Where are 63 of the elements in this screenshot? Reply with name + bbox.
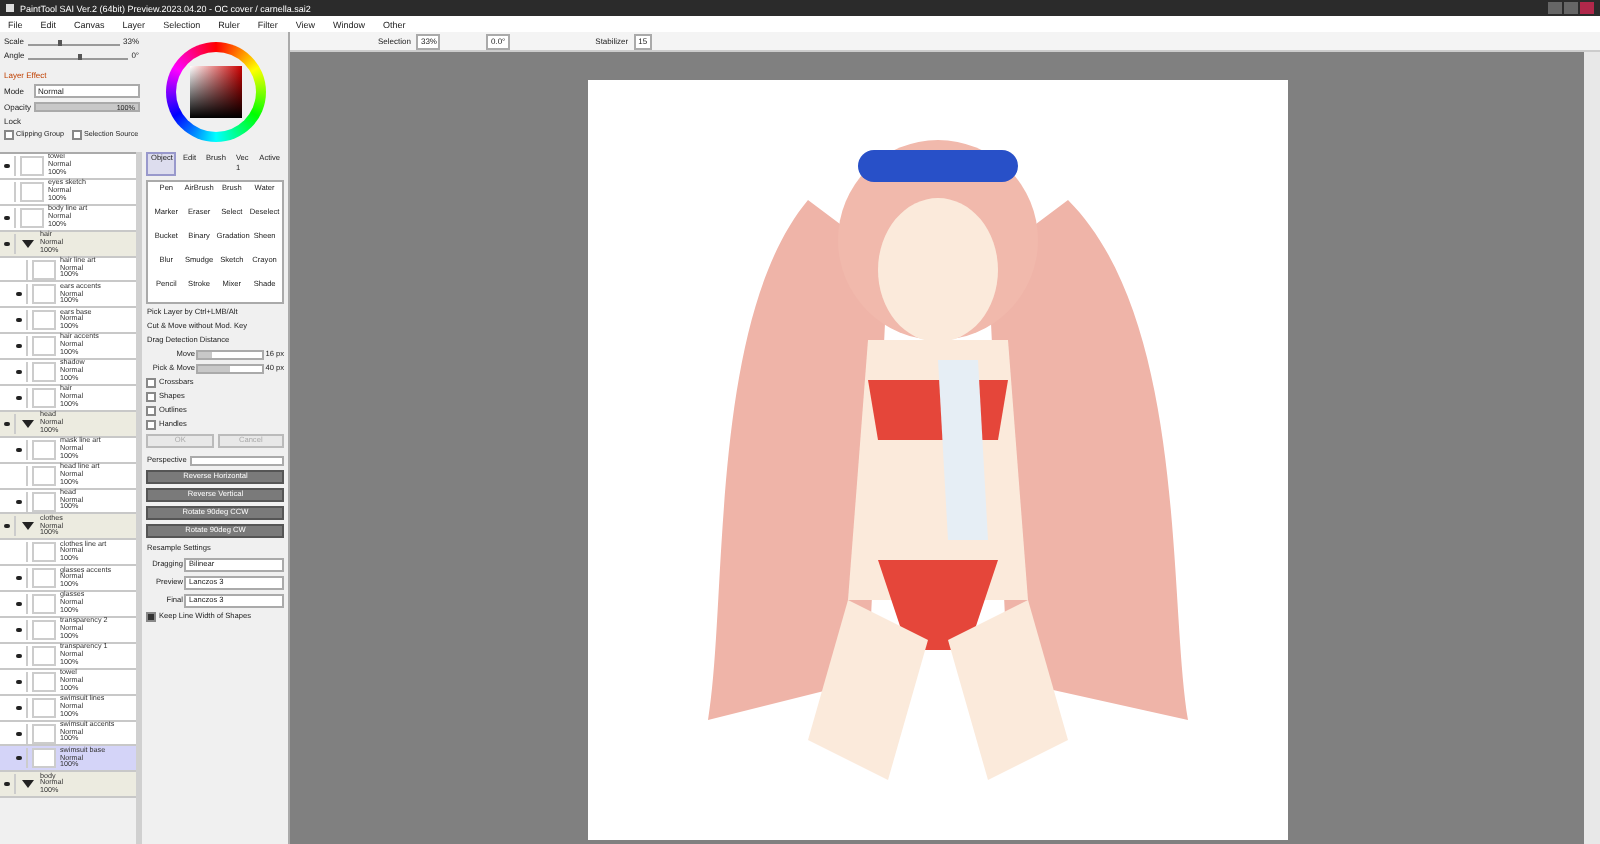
layer-thumbnail <box>32 439 56 460</box>
layer-thumbnail <box>32 465 56 486</box>
layer-thumbnail <box>32 542 56 563</box>
scrollbar[interactable] <box>135 152 143 844</box>
layer-thumbnail <box>32 310 56 331</box>
checkbox[interactable] <box>146 378 157 388</box>
eye-icon[interactable] <box>12 491 28 512</box>
folder-caret-icon[interactable] <box>22 419 34 428</box>
eye-icon[interactable] <box>12 697 28 718</box>
distance-slider[interactable] <box>196 350 264 360</box>
layer-thumbnail <box>32 284 56 305</box>
eye-icon[interactable] <box>0 774 16 795</box>
eye-icon[interactable] <box>12 723 28 744</box>
app-icon <box>6 4 14 12</box>
slider-thumb[interactable] <box>77 53 82 59</box>
checkbox[interactable] <box>146 612 157 622</box>
eye-icon[interactable] <box>0 155 16 176</box>
color-square[interactable] <box>189 66 242 118</box>
eye-icon[interactable] <box>12 387 28 408</box>
checkbox[interactable] <box>146 392 157 402</box>
eye-icon[interactable] <box>12 594 28 615</box>
distance-slider[interactable] <box>196 364 264 374</box>
eye-icon[interactable] <box>12 310 28 331</box>
eye-icon[interactable] <box>12 439 28 460</box>
eye-icon[interactable] <box>0 516 16 537</box>
checkbox[interactable] <box>71 130 82 140</box>
scale-slider[interactable] <box>28 37 119 45</box>
folder-caret-icon[interactable] <box>22 522 34 531</box>
slider-thumb[interactable] <box>58 39 63 45</box>
scrollbar[interactable] <box>1584 52 1600 844</box>
layer-thumbnail <box>32 594 56 615</box>
eye-icon[interactable] <box>12 645 28 666</box>
checkbox[interactable] <box>146 406 157 416</box>
layer-thumbnail <box>32 645 56 666</box>
layer-thumbnail <box>32 619 56 640</box>
eye-icon[interactable] <box>12 748 28 769</box>
eye-icon[interactable] <box>12 568 28 589</box>
layer-thumbnail <box>20 155 44 176</box>
checkbox[interactable] <box>146 420 157 430</box>
layer-thumbnail <box>32 568 56 589</box>
layer-thumbnail <box>32 362 56 383</box>
eye-icon[interactable] <box>0 233 16 254</box>
layer-thumbnail <box>32 671 56 692</box>
layer-thumbnail <box>32 723 56 744</box>
layer-thumbnail <box>32 491 56 512</box>
layer-thumbnail <box>20 207 44 228</box>
eye-icon[interactable] <box>0 207 16 228</box>
eye-icon[interactable] <box>12 671 28 692</box>
layer-thumbnail <box>32 387 56 408</box>
eye-icon[interactable] <box>12 362 28 383</box>
angle-slider[interactable] <box>28 51 128 59</box>
checkbox[interactable] <box>4 130 14 140</box>
layer-thumbnail <box>32 259 56 279</box>
eye-icon[interactable] <box>12 336 28 357</box>
layer-thumbnail <box>32 697 56 718</box>
eye-icon[interactable] <box>12 284 28 305</box>
folder-caret-icon[interactable] <box>22 780 34 789</box>
layer-thumbnail <box>20 181 44 202</box>
layer-thumbnail <box>32 748 56 769</box>
eye-icon[interactable] <box>12 619 28 640</box>
eye-icon[interactable] <box>0 413 16 434</box>
layer-thumbnail <box>32 336 56 357</box>
folder-caret-icon[interactable] <box>22 239 34 248</box>
